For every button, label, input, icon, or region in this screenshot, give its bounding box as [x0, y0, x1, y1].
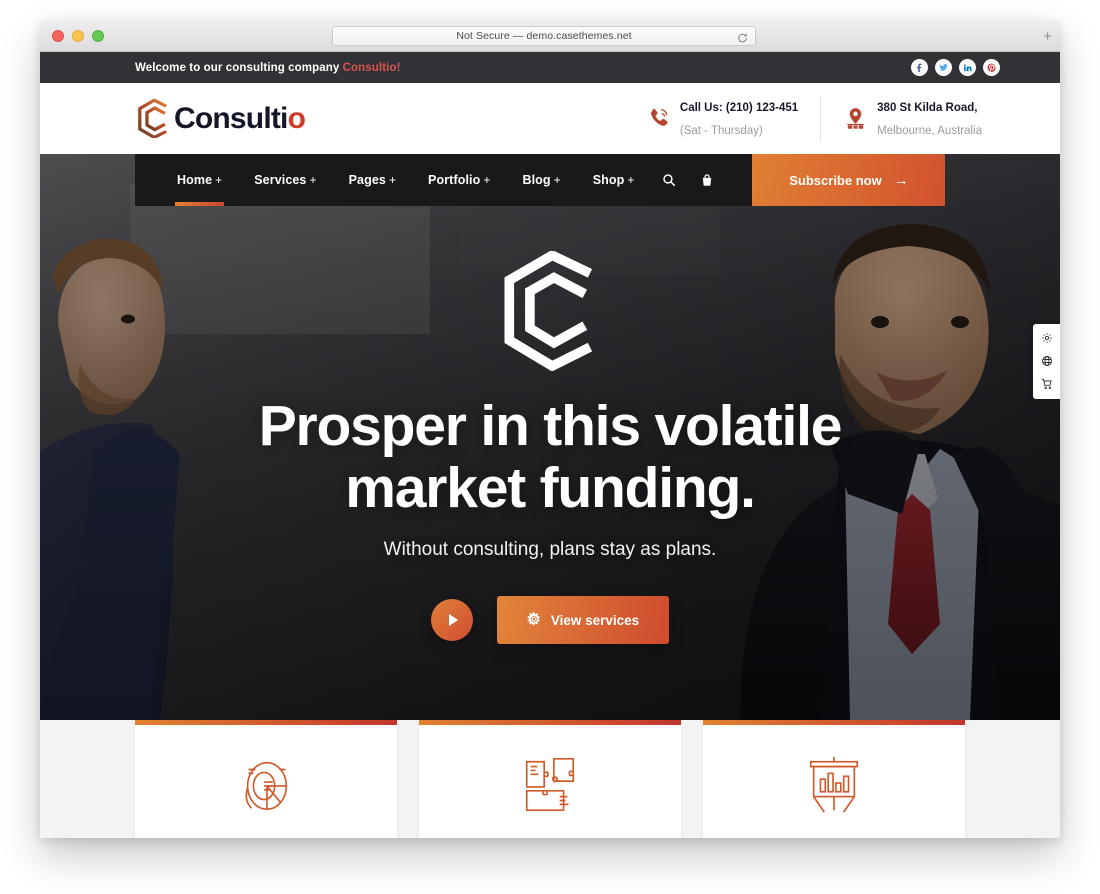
brand-word: Consultio!	[342, 61, 401, 74]
nav-item-services-label: Services	[254, 173, 307, 187]
logo-text-main: Consulti	[174, 101, 288, 135]
feature-cards-strip	[40, 720, 1060, 838]
nav-item-shop[interactable]: Shop +	[577, 154, 651, 206]
nav-item-home[interactable]: Home +	[161, 154, 238, 206]
address-bar-text: Not Secure — demo.casethemes.net	[456, 30, 632, 42]
play-icon	[448, 614, 458, 627]
globe-icon[interactable]	[1041, 355, 1053, 367]
nav-item-blog-plus: +	[553, 173, 561, 187]
pie-chart-icon	[235, 742, 297, 821]
contact-address-secondary: Melbourne, Australia	[877, 124, 982, 137]
search-icon[interactable]	[650, 154, 688, 206]
site-header: Consultio Call Us: (210) 123-451 (Sat - …	[40, 83, 1060, 154]
linkedin-icon[interactable]	[959, 59, 976, 76]
nav-item-pages-label: Pages	[348, 173, 386, 187]
hero-subheading: Without consulting, plans stay as plans.	[383, 539, 717, 561]
hero-content: Prosper in this volatile market funding.…	[40, 154, 1060, 645]
contact-address[interactable]: 380 St Kilda Road, Melbourne, Australia	[820, 96, 1004, 141]
hero-heading: Prosper in this volatile market funding.	[258, 394, 843, 521]
nav-item-portfolio-label: Portfolio	[428, 173, 481, 187]
nav-item-shop-label: Shop	[592, 173, 625, 187]
nav-item-shop-plus: +	[627, 173, 635, 187]
consultio-c-mark-watermark-icon	[499, 249, 602, 372]
new-tab-button[interactable]: +	[1043, 29, 1052, 44]
website-viewport: Welcome to our consulting company Consul…	[40, 52, 1060, 838]
welcome-text: Welcome to our consulting company	[135, 61, 343, 74]
contact-phone-text: Call Us: (210) 123-451 (Sat - Thursday)	[680, 96, 798, 140]
puzzle-pieces-icon	[519, 742, 581, 821]
view-services-label: View services	[550, 612, 640, 628]
card-presentation[interactable]	[703, 720, 965, 838]
contact-phone-secondary: (Sat - Thursday)	[679, 124, 763, 137]
browser-window: Not Secure — demo.casethemes.net + Welco…	[40, 20, 1060, 838]
nav-links: Home + Services + Pages + Portfolio + Blog +	[135, 154, 753, 206]
nav-item-pages-plus: +	[388, 173, 397, 187]
subscribe-label: Subscribe now	[789, 172, 882, 188]
announcement-bar: Welcome to our consulting company Consul…	[40, 52, 1060, 83]
subscribe-now-button[interactable]: Subscribe now →	[752, 154, 946, 206]
logo-text: Consultio	[174, 101, 306, 135]
hero-cta-group: View services	[430, 596, 670, 645]
nav-item-services[interactable]: Services +	[238, 154, 332, 206]
nav-item-pages[interactable]: Pages +	[333, 154, 412, 206]
view-services-button[interactable]: View services	[496, 596, 670, 645]
contact-phone-primary: Call Us: (210) 123-451	[679, 102, 799, 115]
minimize-window-button[interactable]	[72, 29, 84, 42]
contact-phone[interactable]: Call Us: (210) 123-451 (Sat - Thursday)	[624, 96, 820, 140]
pinterest-icon[interactable]	[983, 59, 1000, 76]
nav-item-portfolio[interactable]: Portfolio +	[412, 154, 506, 206]
arrow-right-icon: →	[893, 171, 909, 189]
play-video-button[interactable]	[430, 599, 473, 642]
logo-text-accent: o	[287, 101, 306, 135]
phone-icon	[646, 106, 671, 132]
browser-chrome: Not Secure — demo.casethemes.net +	[40, 20, 1060, 52]
cart-icon[interactable]	[1041, 378, 1053, 390]
welcome-message: Welcome to our consulting company Consul…	[135, 62, 401, 74]
maximize-window-button[interactable]	[92, 29, 104, 42]
facebook-icon[interactable]	[911, 59, 928, 76]
main-navigation: Home + Services + Pages + Portfolio + Blog +	[135, 154, 946, 206]
close-window-button[interactable]	[52, 29, 64, 42]
address-bar[interactable]: Not Secure — demo.casethemes.net	[332, 26, 756, 46]
contact-address-primary: 380 St Kilda Road,	[877, 102, 978, 115]
nav-item-portfolio-plus: +	[483, 173, 491, 187]
card-pie-chart[interactable]	[135, 720, 397, 838]
consultio-c-mark-icon	[135, 97, 171, 139]
shopping-bag-icon[interactable]	[688, 154, 726, 206]
hero-section: Home + Services + Pages + Portfolio + Blog +	[40, 154, 1060, 720]
twitter-icon[interactable]	[935, 59, 952, 76]
gear-icon	[527, 611, 541, 629]
nav-item-services-plus: +	[309, 173, 317, 187]
nav-item-blog-label: Blog	[522, 173, 551, 187]
contact-address-text: 380 St Kilda Road, Melbourne, Australia	[877, 96, 982, 140]
reload-icon[interactable]	[737, 31, 748, 43]
window-controls[interactable]	[52, 29, 104, 42]
nav-item-home-plus: +	[215, 173, 223, 187]
location-pin-icon	[843, 106, 868, 132]
header-contacts: Call Us: (210) 123-451 (Sat - Thursday)	[624, 96, 1004, 141]
nav-item-home-label: Home	[177, 173, 213, 187]
side-dock	[1033, 324, 1060, 399]
nav-item-blog[interactable]: Blog +	[506, 154, 576, 206]
presentation-chart-icon	[803, 742, 865, 821]
card-puzzle[interactable]	[419, 720, 681, 838]
site-logo[interactable]: Consultio	[135, 97, 306, 139]
gear-icon[interactable]	[1041, 332, 1053, 344]
social-links	[911, 59, 1000, 76]
